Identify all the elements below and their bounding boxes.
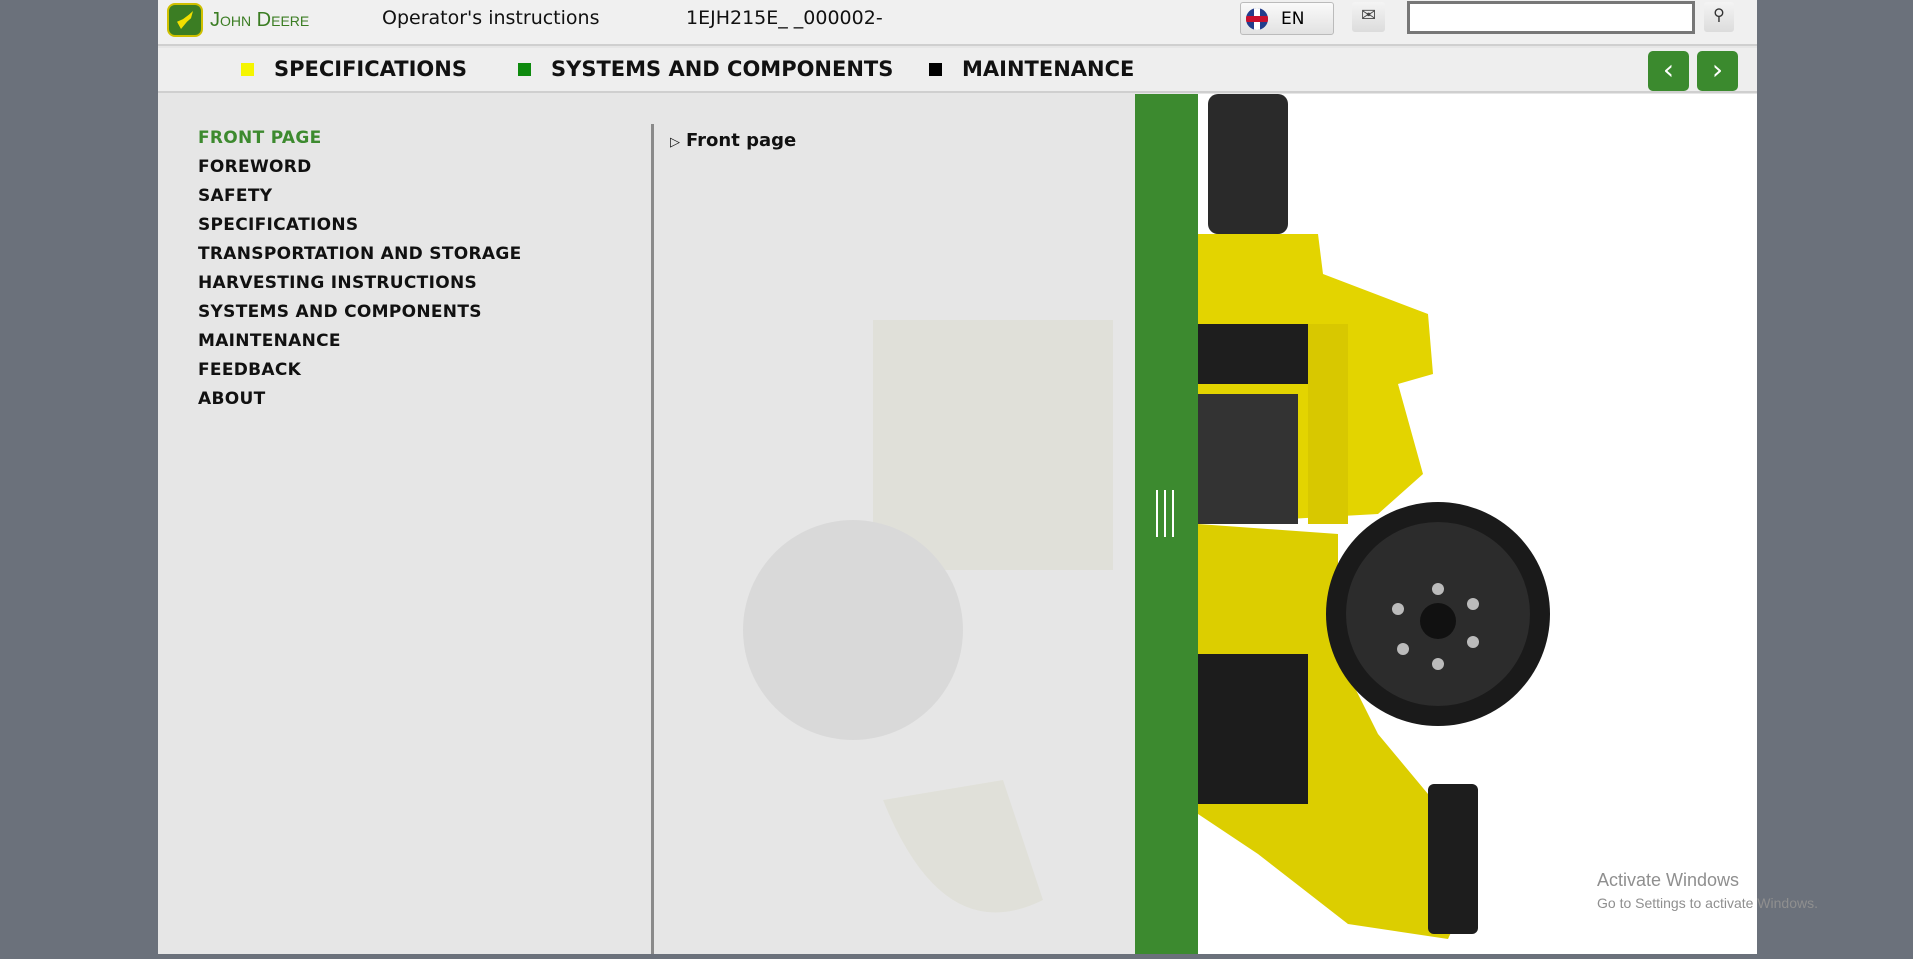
mail-button[interactable]: ✉ bbox=[1352, 2, 1385, 32]
menu-item-safety[interactable]: SAFETY bbox=[198, 186, 618, 215]
ghost-machine-image bbox=[743, 320, 1113, 913]
toc-menu: FRONT PAGE FOREWORD SAFETY SPECIFICATION… bbox=[198, 128, 618, 418]
menu-item-about[interactable]: ABOUT bbox=[198, 389, 618, 418]
nav-systems-and-components[interactable]: SYSTEMS AND COMPONENTS bbox=[518, 57, 893, 81]
search-input[interactable] bbox=[1407, 1, 1695, 34]
black-square-icon bbox=[929, 62, 942, 76]
nav-label: SYSTEMS AND COMPONENTS bbox=[551, 57, 894, 81]
section-nav: SPECIFICATIONS SYSTEMS AND COMPONENTS MA… bbox=[158, 48, 1757, 93]
envelope-icon: ✉ bbox=[1360, 5, 1377, 26]
tree-item-label: Front page bbox=[686, 130, 797, 151]
language-label: EN bbox=[1281, 9, 1305, 29]
yellow-square-icon bbox=[241, 62, 254, 76]
search-button[interactable]: ⚲ bbox=[1704, 2, 1734, 32]
watermark-title: Activate Windows bbox=[1597, 870, 1740, 890]
menu-item-maintenance[interactable]: MAINTENANCE bbox=[198, 331, 618, 360]
nav-maintenance[interactable]: MAINTENANCE bbox=[929, 57, 1134, 81]
language-button[interactable]: EN bbox=[1240, 2, 1334, 35]
header: John Deere Operator's instructions 1EJH2… bbox=[158, 0, 1757, 46]
tree-item-front-page[interactable]: ▷ Front page bbox=[670, 130, 796, 151]
next-button[interactable]: › bbox=[1697, 51, 1738, 91]
triangle-right-icon: ▷ bbox=[670, 135, 680, 150]
document-title: Operator's instructions bbox=[382, 7, 600, 29]
app-panel: John Deere Operator's instructions 1EJH2… bbox=[158, 0, 1757, 954]
column-divider bbox=[651, 124, 654, 954]
chevron-right-icon: › bbox=[1711, 53, 1724, 86]
menu-item-transportation[interactable]: TRANSPORTATION AND STORAGE bbox=[198, 244, 618, 273]
watermark-subtitle: Go to Settings to activate Windows. bbox=[1597, 895, 1818, 911]
panel-splitter[interactable] bbox=[1135, 94, 1198, 954]
search-icon: ⚲ bbox=[1713, 5, 1725, 24]
activate-windows-watermark: Activate Windows Go to Settings to activ… bbox=[1597, 870, 1897, 911]
chevron-left-icon: ‹ bbox=[1662, 53, 1675, 86]
menu-item-systems[interactable]: SYSTEMS AND COMPONENTS bbox=[198, 302, 618, 331]
previous-button[interactable]: ‹ bbox=[1648, 51, 1689, 91]
nav-label: MAINTENANCE bbox=[962, 57, 1135, 81]
brand-name: John Deere bbox=[210, 9, 310, 31]
drag-handle-icon[interactable] bbox=[1156, 490, 1174, 537]
nav-label: SPECIFICATIONS bbox=[274, 57, 467, 81]
menu-item-feedback[interactable]: FEEDBACK bbox=[198, 360, 618, 389]
green-square-icon bbox=[518, 62, 531, 76]
harvester-head-illustration bbox=[1198, 94, 1550, 939]
john-deere-logo-icon bbox=[167, 3, 203, 37]
menu-item-harvesting[interactable]: HARVESTING INSTRUCTIONS bbox=[198, 273, 618, 302]
menu-item-front-page[interactable]: FRONT PAGE bbox=[198, 128, 618, 157]
menu-item-foreword[interactable]: FOREWORD bbox=[198, 157, 618, 186]
document-id: 1EJH215E_ _000002- bbox=[686, 7, 883, 29]
uk-flag-icon bbox=[1246, 8, 1268, 30]
menu-item-specifications[interactable]: SPECIFICATIONS bbox=[198, 215, 618, 244]
harvester-head-image bbox=[1198, 94, 1757, 954]
nav-specifications[interactable]: SPECIFICATIONS bbox=[241, 57, 467, 81]
